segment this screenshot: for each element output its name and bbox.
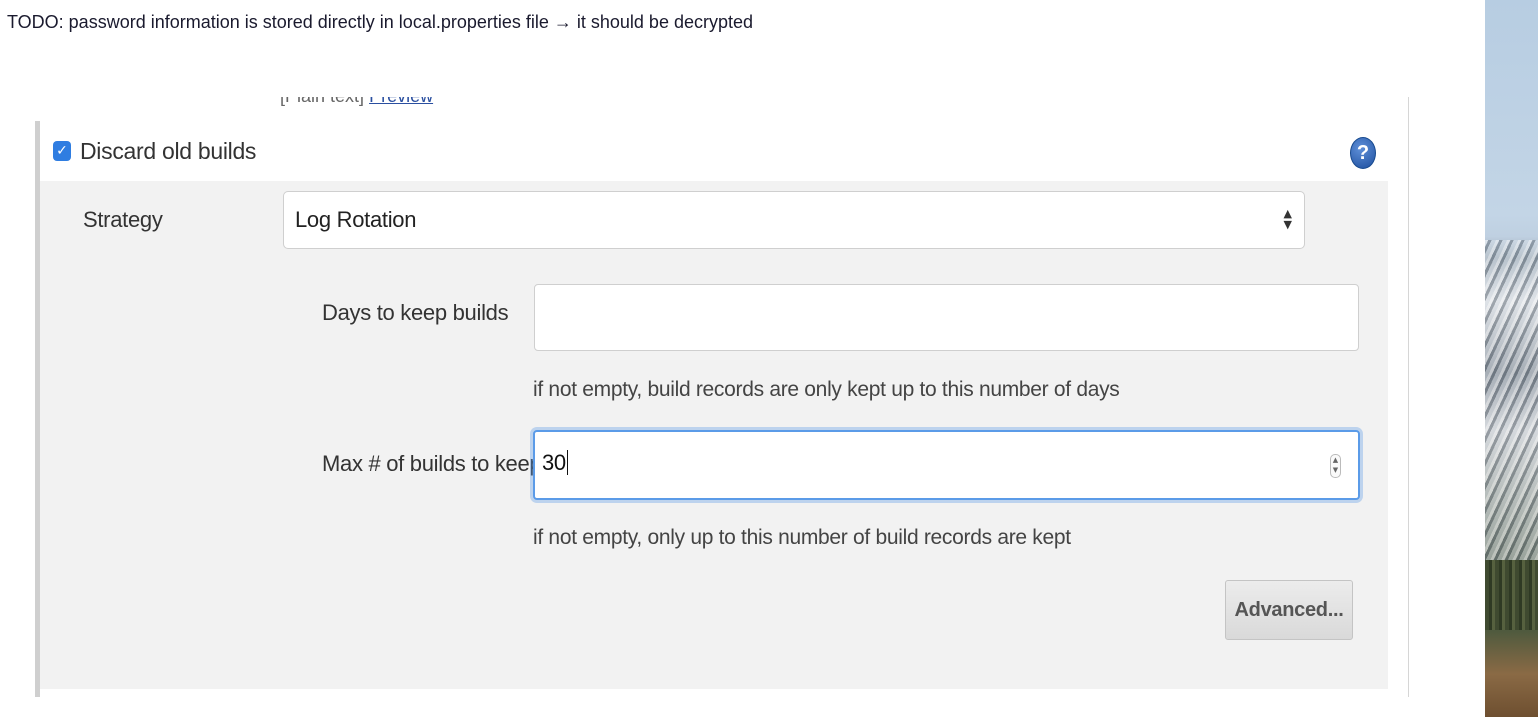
max-builds-hint: if not empty, only up to this number of … <box>533 526 1071 549</box>
advanced-button[interactable]: Advanced... <box>1225 580 1353 640</box>
days-to-keep-hint: if not empty, build records are only kep… <box>533 378 1120 401</box>
jenkins-config-screenshot: [Plain text] Preview ✓ Discard old build… <box>22 97 1409 697</box>
days-to-keep-label: Days to keep builds <box>322 300 509 325</box>
max-builds-value: 30 <box>542 450 566 475</box>
strategy-selected-value: Log Rotation <box>295 207 417 232</box>
max-builds-input[interactable]: 30 ▲ ▼ <box>533 430 1360 500</box>
page: TODO: password information is stored dir… <box>0 0 1538 717</box>
discard-old-builds-checkbox[interactable]: ✓ <box>53 141 71 161</box>
max-builds-label: Max # of builds to keep <box>322 451 542 476</box>
discard-old-builds-label: Discard old builds <box>80 137 257 164</box>
text-caret <box>566 450 569 475</box>
cut-off-text-row: [Plain text] Preview <box>280 97 433 107</box>
max-builds-value-wrap: 30 <box>542 450 569 476</box>
discard-old-builds-row: ✓ Discard old builds <box>53 137 256 165</box>
strategy-label: Strategy <box>83 207 163 232</box>
desktop-wallpaper <box>1485 0 1538 717</box>
wallpaper-mountain <box>1485 240 1538 600</box>
todo-note: TODO: password information is stored dir… <box>7 12 753 32</box>
cut-off-prefix: [Plain text] <box>280 97 364 106</box>
preview-link[interactable]: Preview <box>369 97 433 106</box>
days-to-keep-input[interactable] <box>534 284 1359 351</box>
strategy-select[interactable]: Log Rotation ▲ ▼ <box>283 191 1305 249</box>
wallpaper-trees <box>1485 560 1538 630</box>
number-spinner-icon[interactable]: ▲ ▼ <box>1330 454 1341 478</box>
select-arrows-icon: ▲ ▼ <box>1283 207 1292 231</box>
help-icon[interactable]: ? <box>1350 137 1376 169</box>
